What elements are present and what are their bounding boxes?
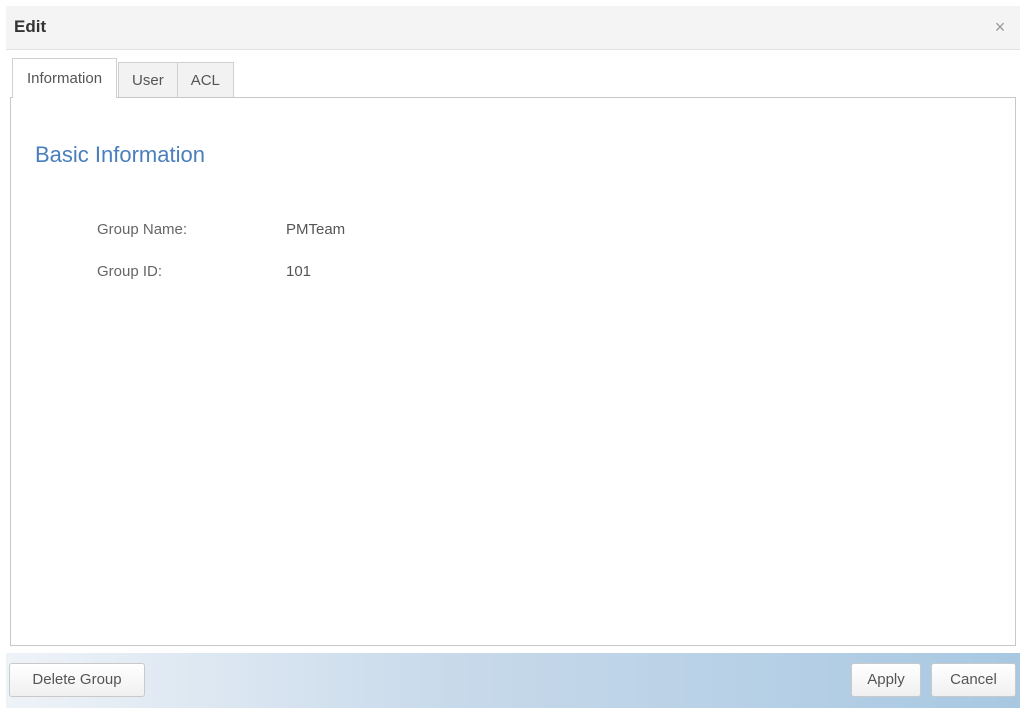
- group-name-value: PMTeam: [286, 221, 346, 238]
- tab-information[interactable]: Information: [12, 58, 118, 98]
- information-panel: Basic Information Group Name: PMTeam Gro…: [10, 97, 1016, 646]
- tab-acl[interactable]: ACL: [176, 62, 234, 98]
- dialog-title: Edit: [14, 17, 47, 36]
- dialog-footer: Delete Group Apply Cancel: [6, 653, 1020, 708]
- tab-user[interactable]: User: [118, 62, 178, 98]
- cancel-button[interactable]: Cancel: [931, 663, 1016, 697]
- tab-bar: Information User ACL: [12, 58, 234, 98]
- edit-dialog: Edit × Information User ACL Basic Inform…: [6, 6, 1020, 708]
- group-id-value: 101: [286, 263, 312, 280]
- apply-button[interactable]: Apply: [851, 663, 921, 697]
- delete-group-button[interactable]: Delete Group: [9, 663, 145, 697]
- group-name-label: Group Name:: [97, 221, 188, 238]
- group-id-label: Group ID:: [97, 263, 163, 280]
- dialog-titlebar: Edit ×: [6, 6, 1020, 50]
- close-icon[interactable]: ×: [990, 17, 1010, 37]
- section-title: Basic Information: [35, 142, 205, 167]
